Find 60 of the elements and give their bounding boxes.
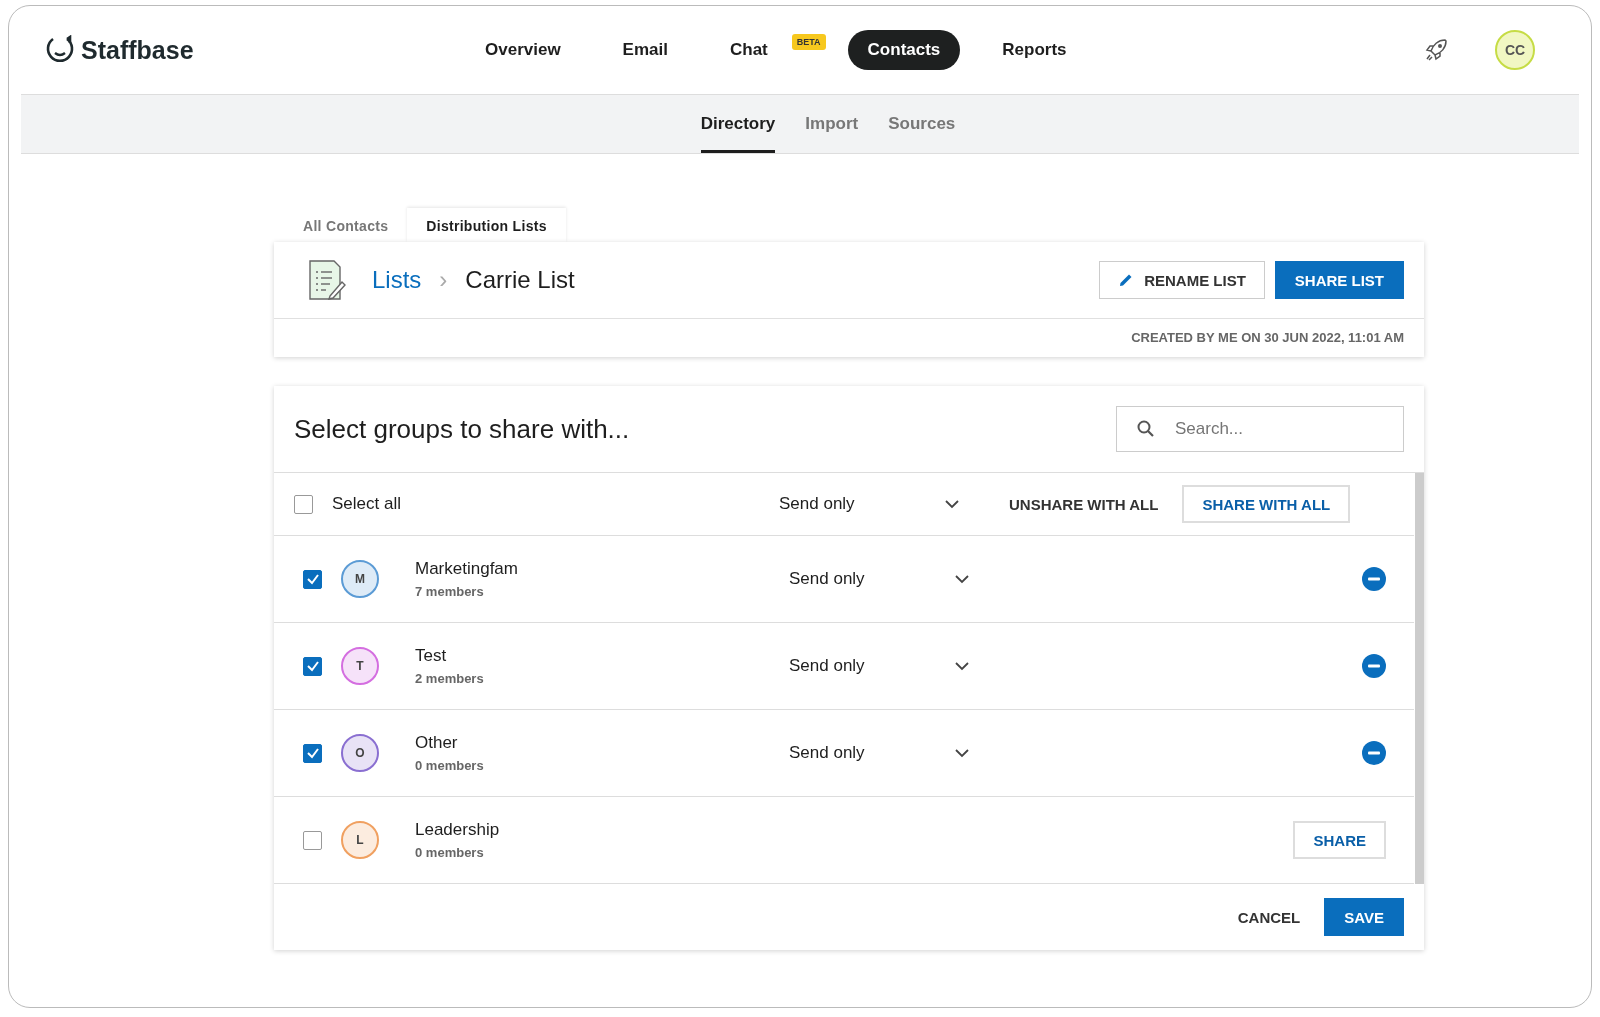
subnav-tab[interactable]: Import (805, 95, 859, 153)
nav-item[interactable]: Overview (465, 30, 581, 70)
permission-dropdown[interactable]: Send only (789, 569, 969, 589)
subnav-tab[interactable]: Directory (700, 95, 776, 153)
group-checkbox[interactable] (303, 830, 322, 850)
permission-dropdown[interactable]: Send only (789, 656, 969, 676)
group-checkbox[interactable] (303, 743, 322, 763)
chevron-down-icon (945, 499, 959, 509)
nav-item[interactable]: Chat (709, 30, 788, 70)
select-all-checkbox[interactable] (294, 494, 313, 514)
group-name: Marketingfam (415, 559, 519, 579)
share-all-button[interactable]: SHARE WITH ALL (1182, 485, 1351, 523)
group-avatar: T (341, 647, 379, 685)
logo-icon (45, 35, 75, 65)
brand-name: Staffbase (81, 35, 194, 65)
group-name: Leadership (415, 820, 501, 840)
nav-item[interactable]: Contacts (847, 30, 961, 70)
save-button[interactable]: SAVE (1324, 898, 1404, 936)
user-avatar[interactable]: CC (1495, 30, 1535, 70)
group-avatar: O (341, 734, 379, 772)
share-list-button[interactable]: SHARE LIST (1274, 261, 1404, 299)
member-count: 7 members (415, 584, 485, 599)
permission-dropdown[interactable]: Send only (779, 494, 959, 514)
group-avatar: L (341, 821, 379, 859)
rename-button[interactable]: RENAME LIST (1099, 261, 1265, 299)
group-name: Test (415, 646, 448, 666)
select-all-label: Select all (332, 494, 402, 514)
group-checkbox[interactable] (303, 569, 322, 589)
remove-icon[interactable] (1362, 741, 1386, 765)
chevron-down-icon (955, 574, 969, 584)
chevron-down-icon (955, 661, 969, 671)
group-avatar: M (341, 560, 379, 598)
document-list-icon (306, 258, 346, 302)
rocket-icon[interactable] (1423, 37, 1449, 63)
chevron-down-icon (955, 748, 969, 758)
list-title: Carrie List (465, 266, 575, 294)
search-field[interactable]: Search... (1116, 406, 1404, 452)
subnav-tab[interactable]: Sources (888, 95, 956, 153)
remove-icon[interactable] (1362, 654, 1386, 678)
breadcrumb-link[interactable]: Lists (372, 266, 422, 294)
unshare-all-button[interactable]: UNSHARE WITH ALL (999, 495, 1169, 513)
member-count: 2 members (415, 671, 485, 686)
breadcrumb-separator: › (439, 266, 448, 294)
member-count: 0 members (415, 758, 485, 773)
permission-dropdown[interactable]: Send only (789, 743, 969, 763)
beta-badge: BETA (791, 34, 826, 50)
panel-title: Select groups to share with... (294, 413, 630, 445)
cancel-button[interactable]: CANCEL (1227, 908, 1311, 926)
nav-item[interactable]: Reports (982, 30, 1087, 70)
group-checkbox[interactable] (303, 656, 322, 676)
tab[interactable]: Distribution Lists (407, 208, 566, 242)
nav-item[interactable]: Email (602, 30, 688, 70)
tab[interactable]: All Contacts (284, 208, 408, 242)
scroll-bar[interactable] (1415, 473, 1424, 884)
created-info: CREATED BY ME ON 30 JUN 2022, 11:01 AM (1130, 329, 1405, 347)
remove-icon[interactable] (1362, 567, 1386, 591)
group-name: Other (415, 733, 459, 753)
share-button[interactable]: SHARE (1293, 821, 1386, 859)
search-icon (1136, 419, 1156, 439)
member-count: 0 members (415, 845, 485, 860)
